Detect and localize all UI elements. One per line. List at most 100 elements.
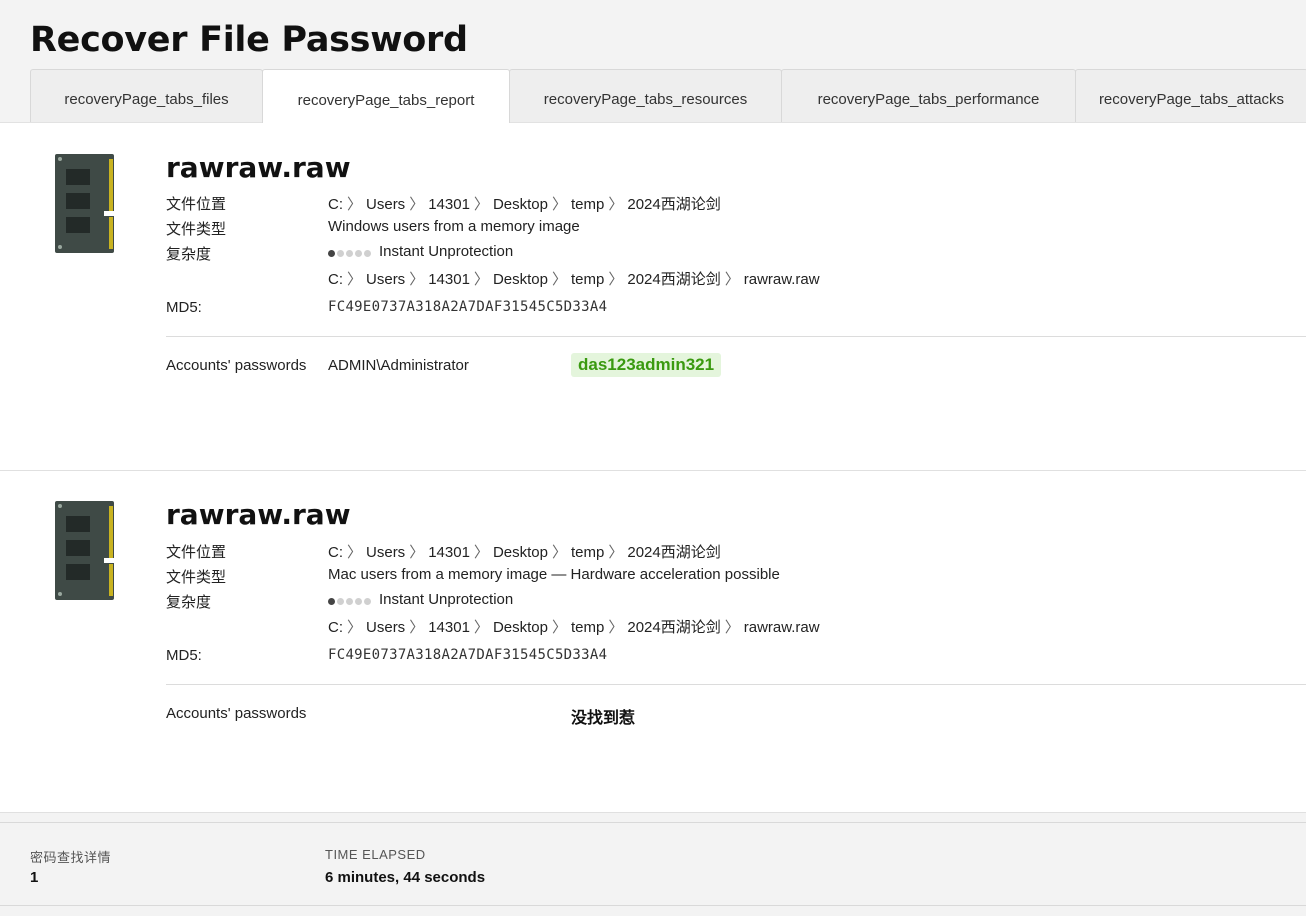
memory-module-icon [55,501,115,600]
full-path-breadcrumb: C: 〉 Users 〉 14301 〉 Desktop 〉 temp 〉 2024西湖论剑 〉 raw… [328,268,820,289]
tab-report[interactable]: recoveryPage_tabs_report [262,69,510,123]
complexity-label: 复杂度 [166,594,212,611]
location-breadcrumb: C: 〉 Users 〉 14301 〉 Desktop 〉 temp 〉 2024西湖论剑 [328,541,721,562]
complexity-text: Instant Unprotection [379,243,514,260]
breadcrumb-segment: 2024西湖论剑 [627,544,721,561]
breadcrumb-chevron-icon: 〉 [473,196,489,213]
breadcrumb-segment: 2024西湖论剑 [627,196,721,213]
time-elapsed-label: TIME ELAPSED [325,847,426,862]
report-content: rawraw.raw 文件位置 C: 〉 Users 〉 14301 〉 Desktop 〉 t… [0,122,1306,812]
breadcrumb-segment: 14301 [428,544,470,561]
complexity-meter [328,244,373,261]
tab-performance[interactable]: recoveryPage_tabs_performance [781,69,1076,122]
complexity-dot [346,249,353,257]
complexity-dot [337,597,344,605]
breadcrumb-chevron-icon: 〉 [347,619,363,636]
tab-label: recoveryPage_tabs_report [297,92,475,109]
found-count-value: 1 [30,869,39,886]
breadcrumb-chevron-icon: 〉 [409,619,425,636]
divider [166,336,1306,337]
breadcrumb-segment: Desktop [492,544,548,561]
type-value: Windows users from a memory image [328,218,580,235]
complexity-dot [337,249,344,257]
md5-label: MD5: [166,647,202,664]
breadcrumb-chevron-icon: 〉 [347,196,363,213]
breadcrumb-segment: Users [366,619,406,636]
tab-bar: recoveryPage_tabs_files recoveryPage_tab… [30,69,1306,123]
breadcrumb-chevron-icon: 〉 [724,271,740,288]
complexity-dot [364,597,371,605]
complexity-meter [328,592,373,609]
complexity-dot [364,249,371,257]
location-label: 文件位置 [166,544,227,561]
complexity-dot [355,597,362,605]
recovered-password[interactable]: das123admin321 [571,353,722,377]
breadcrumb-chevron-icon: 〉 [608,271,624,288]
breadcrumb-chevron-icon: 〉 [608,544,624,561]
breadcrumb-segment: C: [328,196,343,213]
location-label: 文件位置 [166,196,227,213]
breadcrumb-chevron-icon: 〉 [347,271,363,288]
tab-label: recoveryPage_tabs_resources [543,91,748,108]
complexity-dot [328,597,335,605]
breadcrumb-segment: temp [570,619,605,636]
breadcrumb-chevron-icon: 〉 [608,196,624,213]
accounts-label: Accounts' passwords [166,357,307,374]
breadcrumb-chevron-icon: 〉 [608,619,624,636]
card-separator [0,470,1306,471]
breadcrumb-chevron-icon: 〉 [473,271,489,288]
breadcrumb-segment: C: [328,619,343,636]
breadcrumb-segment: 14301 [428,619,470,636]
complexity-dot [346,597,353,605]
breadcrumb-segment: C: [328,544,343,561]
breadcrumb-chevron-icon: 〉 [473,619,489,636]
tab-attacks[interactable]: recoveryPage_tabs_attacks [1075,69,1306,122]
type-value: Mac users from a memory image — Hardware… [328,566,780,583]
summary-footer: 密码查找详情 1 TIME ELAPSED 6 minutes, 44 seco… [0,822,1306,906]
breadcrumb-segment: Desktop [492,196,548,213]
tab-resources[interactable]: recoveryPage_tabs_resources [509,69,782,122]
found-count-label: 密码查找详情 [30,850,112,865]
tab-files[interactable]: recoveryPage_tabs_files [30,69,263,122]
account-name: ADMIN\Administrator [328,357,469,374]
full-path-breadcrumb: C: 〉 Users 〉 14301 〉 Desktop 〉 temp 〉 2024西湖论剑 〉 raw… [328,616,820,637]
tab-label: recoveryPage_tabs_performance [817,91,1040,108]
memory-module-icon [55,154,115,253]
breadcrumb-chevron-icon: 〉 [551,196,567,213]
breadcrumb-chevron-icon: 〉 [551,619,567,636]
breadcrumb-segment: C: [328,271,343,288]
time-elapsed-value: 6 minutes, 44 seconds [325,869,486,886]
breadcrumb-chevron-icon: 〉 [473,544,489,561]
page-title: Recover File Password [30,20,468,60]
password-not-found-text: 没找到惹 [571,710,636,727]
breadcrumb-chevron-icon: 〉 [551,544,567,561]
breadcrumb-segment: temp [570,544,605,561]
breadcrumb-chevron-icon: 〉 [409,271,425,288]
divider [166,684,1306,685]
location-breadcrumb: C: 〉 Users 〉 14301 〉 Desktop 〉 temp 〉 2024西湖论剑 [328,193,721,214]
md5-value: FC49E0737A318A2A7DAF31545C5D33A4 [328,299,608,315]
complexity-value: Instant Unprotection [328,591,513,609]
complexity-text: Instant Unprotection [379,591,514,608]
complexity-value: Instant Unprotection [328,243,513,261]
md5-value: FC49E0737A318A2A7DAF31545C5D33A4 [328,647,608,663]
breadcrumb-segment: Users [366,196,406,213]
type-label: 文件类型 [166,221,227,238]
accounts-label: Accounts' passwords [166,705,307,722]
page-header: Recover File Password recoveryPage_tabs_… [0,0,1306,123]
breadcrumb-chevron-icon: 〉 [724,619,740,636]
complexity-label: 复杂度 [166,246,212,263]
breadcrumb-chevron-icon: 〉 [409,196,425,213]
breadcrumb-chevron-icon: 〉 [409,544,425,561]
file-name: rawraw.raw [166,498,351,531]
breadcrumb-segment: 14301 [428,196,470,213]
breadcrumb-chevron-icon: 〉 [551,271,567,288]
complexity-dot [328,249,335,257]
breadcrumb-segment: 2024西湖论剑 [627,271,721,288]
type-label: 文件类型 [166,569,227,586]
tab-label: recoveryPage_tabs_files [64,91,229,108]
file-name: rawraw.raw [166,151,351,184]
breadcrumb-segment: Users [366,271,406,288]
breadcrumb-segment: rawraw.raw [743,619,820,636]
breadcrumb-segment: Desktop [492,619,548,636]
